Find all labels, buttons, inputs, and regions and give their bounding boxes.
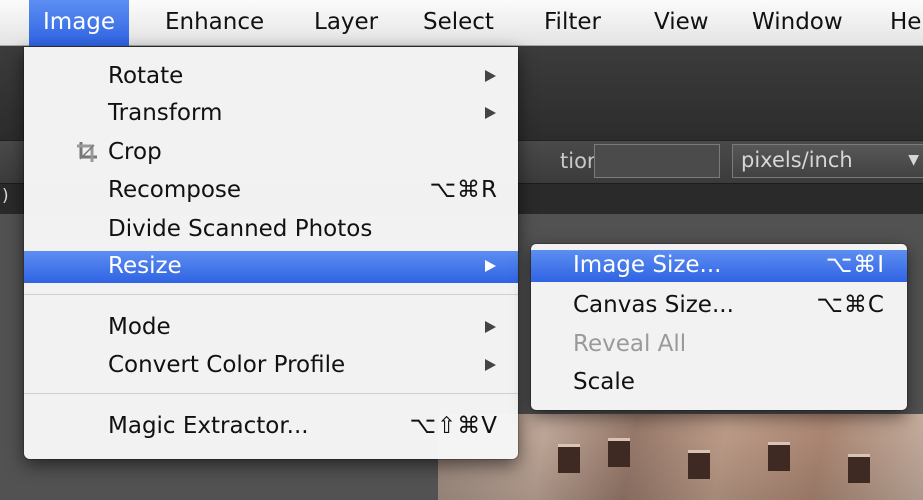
- menu-item-label: Rotate: [108, 63, 184, 89]
- menu-bar: Image Enhance Layer Select Filter View W…: [0, 0, 923, 46]
- menu-item-label: Mode: [108, 314, 171, 340]
- menu-item-label: Reveal All: [573, 331, 687, 357]
- photo-detail: [848, 454, 870, 483]
- menu-item-transform[interactable]: Transform: [24, 98, 518, 128]
- menu-item-scale[interactable]: Scale: [531, 367, 907, 397]
- photo-detail: [608, 438, 630, 467]
- resize-submenu: Image Size... ⌥⌘I Canvas Size... ⌥⌘C Rev…: [531, 244, 907, 410]
- photo-detail: [768, 442, 790, 471]
- resolution-input[interactable]: [594, 144, 720, 178]
- submenu-arrow-icon: [485, 107, 496, 119]
- menu-filter[interactable]: Filter: [544, 0, 601, 46]
- menu-item-reveal-all: Reveal All: [531, 329, 907, 359]
- tab-edge-text: ): [2, 186, 9, 206]
- menu-item-label: Canvas Size...: [573, 292, 734, 318]
- crop-icon: [77, 142, 97, 162]
- menu-item-label: Recompose: [108, 177, 242, 203]
- menu-item-canvas-size[interactable]: Canvas Size... ⌥⌘C: [531, 290, 907, 320]
- menu-item-label: Scale: [573, 369, 635, 395]
- menu-item-label: Crop: [108, 139, 162, 165]
- menu-item-rotate[interactable]: Rotate: [24, 61, 518, 91]
- menu-item-label: Resize: [108, 253, 182, 279]
- menu-item-label: Divide Scanned Photos: [108, 216, 373, 242]
- menu-item-image-size[interactable]: Image Size... ⌥⌘I: [531, 250, 907, 282]
- menu-item-resize[interactable]: Resize: [24, 251, 518, 283]
- submenu-arrow-icon: [485, 260, 496, 272]
- menu-item-label: Magic Extractor...: [108, 413, 309, 439]
- shortcut-label: ⌥⌘I: [825, 252, 885, 278]
- menu-item-magic-extractor[interactable]: Magic Extractor... ⌥⇧⌘V: [24, 411, 518, 441]
- image-menu: Rotate Transform Crop Recompose ⌥⌘R Divi…: [24, 47, 518, 459]
- chevron-down-icon: ▼: [908, 152, 919, 168]
- shortcut-label: ⌥⌘R: [429, 177, 498, 203]
- menu-image[interactable]: Image: [29, 0, 130, 46]
- menu-item-label: Image Size...: [573, 252, 722, 278]
- menu-layer[interactable]: Layer: [314, 0, 378, 46]
- menu-item-convert-color-profile[interactable]: Convert Color Profile: [24, 350, 518, 380]
- photo-detail: [688, 450, 710, 479]
- menu-window[interactable]: Window: [752, 0, 843, 46]
- menu-select[interactable]: Select: [423, 0, 494, 46]
- menu-item-divide-scanned-photos[interactable]: Divide Scanned Photos: [24, 214, 518, 244]
- menu-item-mode[interactable]: Mode: [24, 312, 518, 342]
- menu-item-label: Convert Color Profile: [108, 352, 346, 378]
- photo-detail: [558, 444, 580, 473]
- menu-separator: [24, 294, 518, 295]
- submenu-arrow-icon: [485, 359, 496, 371]
- resolution-units-select[interactable]: pixels/inch ▼: [732, 144, 923, 178]
- menu-item-recompose[interactable]: Recompose ⌥⌘R: [24, 175, 518, 205]
- menu-help[interactable]: He: [890, 0, 921, 46]
- units-value: pixels/inch: [741, 148, 853, 172]
- shortcut-label: ⌥⇧⌘V: [409, 413, 498, 439]
- menu-enhance[interactable]: Enhance: [165, 0, 264, 46]
- shortcut-label: ⌥⌘C: [816, 292, 885, 318]
- menu-separator: [24, 393, 518, 394]
- menu-view[interactable]: View: [654, 0, 709, 46]
- submenu-arrow-icon: [485, 70, 496, 82]
- menu-item-label: Transform: [108, 100, 223, 126]
- menu-item-crop[interactable]: Crop: [24, 137, 518, 167]
- submenu-arrow-icon: [485, 321, 496, 333]
